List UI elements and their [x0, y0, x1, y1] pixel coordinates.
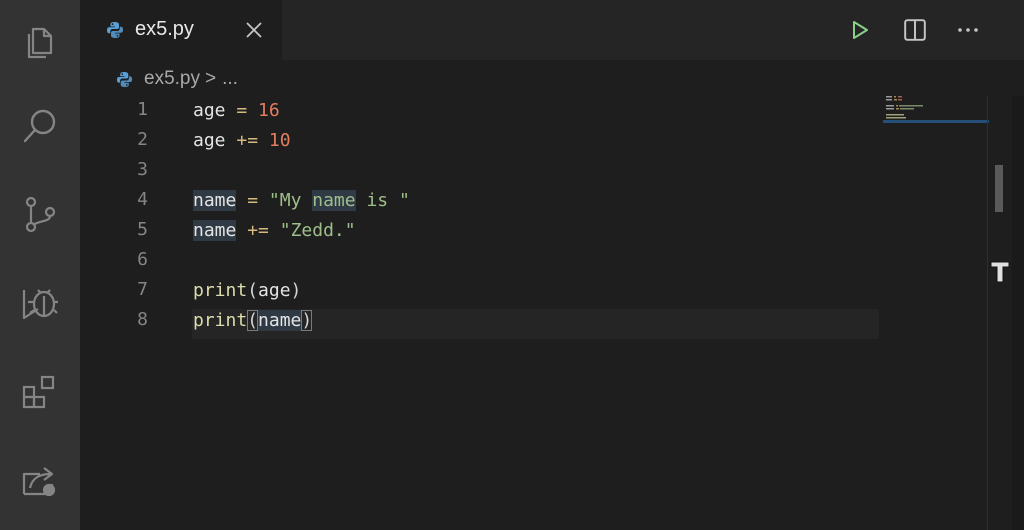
breadcrumb-file[interactable]: ex5.py — [144, 68, 200, 90]
code-line[interactable]: 1 age = 16 — [80, 96, 880, 126]
breadcrumb-more[interactable]: ... — [222, 68, 238, 90]
breadcrumb-separator: > — [204, 68, 217, 89]
close-icon[interactable] — [243, 19, 265, 41]
code-line[interactable]: 7 print(age) — [80, 276, 880, 306]
line-number: 3 — [137, 159, 148, 180]
source-control-icon[interactable] — [18, 192, 62, 236]
line-number: 6 — [137, 249, 148, 270]
minimap-current-line — [883, 120, 989, 123]
line-content: name += "Zedd." — [193, 220, 356, 241]
search-icon[interactable] — [18, 104, 62, 148]
line-content: name = "My name is " — [193, 190, 410, 211]
scrollbar-thumb[interactable] — [995, 165, 1003, 212]
line-number: 7 — [137, 279, 148, 300]
overview-ruler — [1012, 96, 1024, 530]
code-line-active[interactable]: 8 print(name) — [80, 306, 880, 336]
line-content: age += 10 — [193, 130, 291, 151]
line-number: 4 — [137, 189, 148, 210]
python-file-icon — [116, 71, 133, 87]
line-number: 2 — [137, 129, 148, 150]
line-number: 8 — [137, 309, 148, 330]
run-debug-icon[interactable] — [18, 282, 62, 326]
explorer-icon[interactable] — [18, 18, 62, 62]
minimap[interactable] — [886, 94, 990, 134]
line-content: print(age) — [193, 280, 302, 301]
breadcrumb: ex5.py > ... — [116, 66, 238, 92]
extensions-icon[interactable] — [18, 370, 62, 414]
tab-label: ex5.py — [135, 18, 194, 40]
code-line[interactable]: 5 name += "Zedd." — [80, 216, 880, 246]
code-line[interactable]: 6 — [80, 246, 880, 276]
line-number: 1 — [137, 99, 148, 120]
line-content: print(name) — [193, 310, 313, 331]
more-actions-icon[interactable] — [954, 16, 982, 44]
scrollbar-track — [987, 96, 988, 530]
code-line[interactable]: 2 age += 10 — [80, 126, 880, 156]
code-line[interactable]: 3 — [80, 156, 880, 186]
python-file-icon — [107, 22, 123, 38]
text-cursor-icon — [990, 261, 1010, 283]
code-line[interactable]: 4 name = "My name is " — [80, 186, 880, 216]
line-content: age = 16 — [193, 100, 280, 121]
line-number: 5 — [137, 219, 148, 240]
activity-bar — [0, 0, 80, 530]
remote-explorer-icon[interactable] — [18, 458, 62, 502]
tab-ex5-py[interactable]: ex5.py — [80, 0, 282, 60]
tab-bar: ex5.py — [80, 0, 1024, 60]
editor-group: ex5.py ex5.py > ... 1 age = 16 2 age += … — [80, 0, 1024, 530]
split-editor-icon[interactable] — [901, 16, 929, 44]
run-icon[interactable] — [846, 16, 874, 44]
